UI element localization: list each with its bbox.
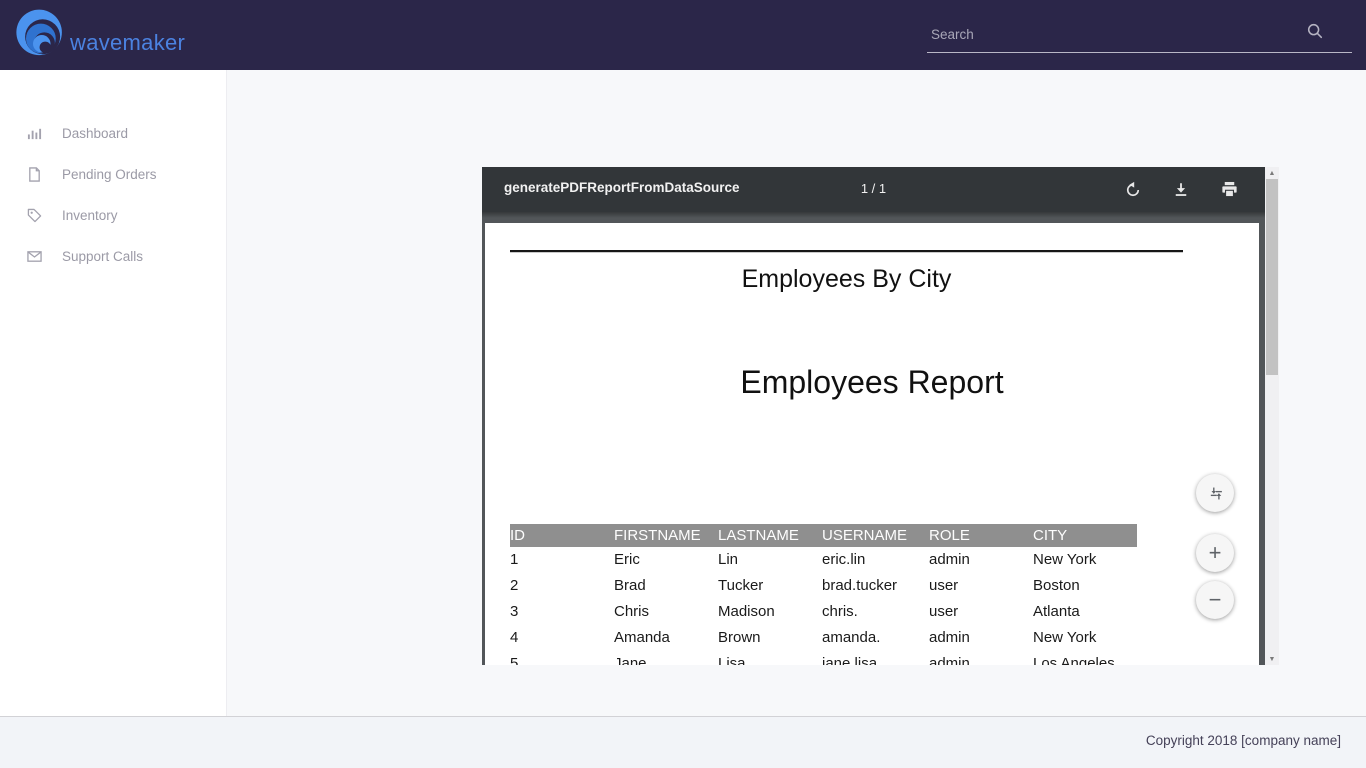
cell-username: jane.lisa	[822, 651, 929, 665]
table-header-row: ID FIRSTNAME LASTNAME USERNAME ROLE CITY	[510, 524, 1137, 547]
app-header: wavemaker	[0, 0, 1366, 70]
fit-to-page-button[interactable]	[1196, 474, 1234, 512]
print-icon[interactable]	[1217, 178, 1241, 202]
cell-city: Boston	[1033, 573, 1137, 599]
cell-lastname: Brown	[718, 625, 822, 651]
sidebar-item-support-calls[interactable]: Support Calls	[0, 236, 227, 277]
doc-report-title: Employees Report	[485, 364, 1259, 401]
sidebar-item-label: Support Calls	[62, 249, 143, 264]
employees-table: ID FIRSTNAME LASTNAME USERNAME ROLE CITY…	[510, 524, 1137, 665]
tag-icon	[27, 208, 42, 223]
sidebar-item-inventory[interactable]: Inventory	[0, 195, 227, 236]
pdf-document-title: generatePDFReportFromDataSource	[504, 180, 740, 195]
sidebar-item-label: Dashboard	[62, 126, 128, 141]
column-header: ID	[510, 524, 614, 547]
cell-role: user	[929, 599, 1033, 625]
pdf-toolbar-actions	[1121, 167, 1241, 212]
cell-firstname: Brad	[614, 573, 718, 599]
cell-city: Atlanta	[1033, 599, 1137, 625]
doc-section-heading: Employees By City	[510, 265, 1183, 294]
brand-name: wavemaker	[70, 30, 185, 56]
rotate-icon[interactable]	[1121, 178, 1145, 202]
document-icon	[27, 167, 42, 182]
cell-firstname: Amanda	[614, 625, 718, 651]
cell-role: admin	[929, 625, 1033, 651]
scroll-up-arrow-icon[interactable]: ▲	[1265, 167, 1279, 179]
table-row: 3 Chris Madison chris. user Atlanta	[510, 599, 1137, 625]
scroll-down-arrow-icon[interactable]: ▼	[1265, 653, 1279, 665]
cell-username: chris.	[822, 599, 929, 625]
cell-firstname: Jane	[614, 651, 718, 665]
cell-id: 5	[510, 651, 614, 665]
cell-id: 4	[510, 625, 614, 651]
bar-chart-icon	[27, 126, 42, 141]
column-header: CITY	[1033, 524, 1137, 547]
pdf-toolbar: 1 / 1 generatePDFReportFromDataSource	[482, 167, 1265, 212]
table-row: 5 Jane Lisa jane.lisa admin Los Angeles	[510, 651, 1137, 665]
column-header: FIRSTNAME	[614, 524, 718, 547]
sidebar-item-label: Pending Orders	[62, 167, 157, 182]
pdf-scrollbar[interactable]: ▲ ▼	[1265, 167, 1279, 665]
column-header: ROLE	[929, 524, 1033, 547]
sidebar-item-pending-orders[interactable]: Pending Orders	[0, 154, 227, 195]
sidebar-item-label: Inventory	[62, 208, 118, 223]
cell-role: admin	[929, 547, 1033, 573]
pdf-viewport[interactable]: Employees By City Employees Report ID FI…	[482, 212, 1265, 665]
column-header: LASTNAME	[718, 524, 822, 547]
cell-firstname: Chris	[614, 599, 718, 625]
search-input[interactable]	[929, 20, 1293, 48]
main-content: 1 / 1 generatePDFReportFromDataSource	[227, 70, 1366, 716]
zoom-in-button[interactable]: +	[1196, 534, 1234, 572]
table-row: 4 Amanda Brown amanda. admin New York	[510, 625, 1137, 651]
app-footer: Copyright 2018 [company name]	[0, 716, 1366, 768]
cell-username: brad.tucker	[822, 573, 929, 599]
cell-username: amanda.	[822, 625, 929, 651]
cell-city: New York	[1033, 625, 1137, 651]
pdf-page: Employees By City Employees Report ID FI…	[485, 223, 1259, 665]
copyright-text: Copyright 2018 [company name]	[1146, 733, 1341, 748]
cell-lastname: Lin	[718, 547, 822, 573]
cell-lastname: Lisa	[718, 651, 822, 665]
horizontal-rule	[510, 250, 1183, 253]
search-field	[927, 14, 1352, 53]
cell-id: 3	[510, 599, 614, 625]
wavemaker-logo-icon	[12, 6, 68, 64]
download-icon[interactable]	[1169, 178, 1193, 202]
pdf-viewer: 1 / 1 generatePDFReportFromDataSource	[482, 167, 1279, 665]
cell-id: 1	[510, 547, 614, 573]
table-row: 1 Eric Lin eric.lin admin New York	[510, 547, 1137, 573]
cell-id: 2	[510, 573, 614, 599]
cell-username: eric.lin	[822, 547, 929, 573]
cell-role: admin	[929, 651, 1033, 665]
scrollbar-thumb[interactable]	[1266, 179, 1278, 375]
envelope-icon	[27, 249, 42, 264]
cell-lastname: Tucker	[718, 573, 822, 599]
sidebar: Dashboard Pending Orders Inventory Suppo…	[0, 70, 227, 716]
cell-firstname: Eric	[614, 547, 718, 573]
cell-city: Los Angeles	[1033, 651, 1137, 665]
brand: wavemaker	[12, 6, 185, 64]
table-row: 2 Brad Tucker brad.tucker user Boston	[510, 573, 1137, 599]
column-header: USERNAME	[822, 524, 929, 547]
cell-lastname: Madison	[718, 599, 822, 625]
search-icon[interactable]	[1306, 22, 1324, 40]
sidebar-item-dashboard[interactable]: Dashboard	[0, 113, 227, 154]
cell-city: New York	[1033, 547, 1137, 573]
cell-role: user	[929, 573, 1033, 599]
zoom-out-button[interactable]: −	[1196, 581, 1234, 619]
